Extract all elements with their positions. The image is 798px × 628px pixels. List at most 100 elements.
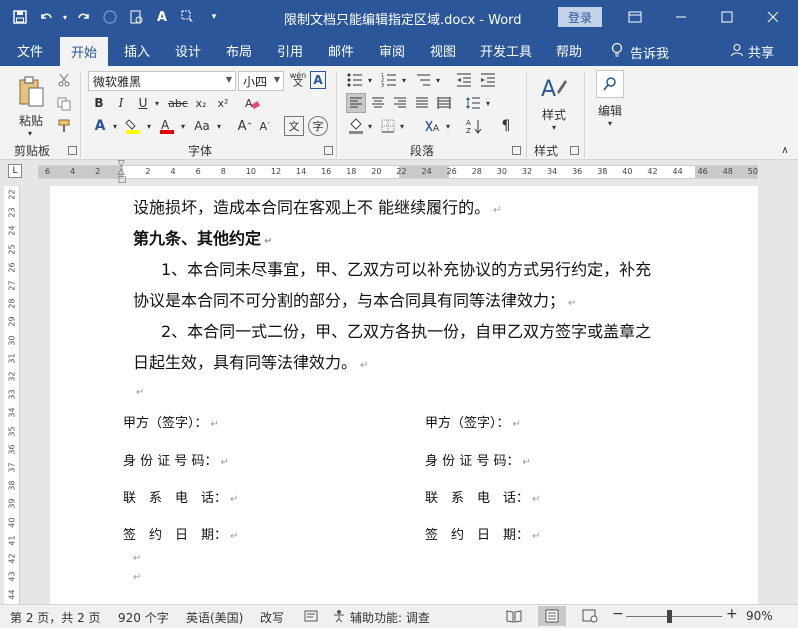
print-preview-icon[interactable]: [124, 5, 148, 29]
font-name-combo[interactable]: 微软雅黑 ▼: [88, 71, 236, 91]
font-color-dropdown-icon[interactable]: ▾: [178, 116, 188, 136]
chinese-layout-icon[interactable]: A: [422, 116, 444, 136]
sort-icon[interactable]: AZ: [464, 116, 484, 136]
circle-icon[interactable]: [98, 5, 122, 29]
zoom-in-icon[interactable]: +: [726, 606, 738, 622]
overtype-mode[interactable]: 改写: [260, 609, 284, 626]
collapse-ribbon-icon[interactable]: ∧: [778, 144, 792, 156]
paste-dropdown-icon[interactable]: ▾: [24, 128, 36, 138]
shading-icon[interactable]: [346, 116, 366, 136]
numbering-dropdown-icon[interactable]: ▾: [400, 70, 408, 90]
styles-dropdown-icon[interactable]: ▾: [548, 122, 560, 132]
accessibility-icon[interactable]: [332, 609, 346, 626]
minimize-icon[interactable]: [658, 0, 704, 34]
bold-icon[interactable]: B: [90, 94, 108, 112]
macro-icon[interactable]: [304, 609, 318, 626]
borders-dropdown-icon[interactable]: ▾: [398, 116, 406, 136]
numbering-icon[interactable]: 123: [378, 70, 400, 90]
change-case-dropdown-icon[interactable]: ▾: [214, 116, 224, 136]
document-page[interactable]: 设施损坏，造成本合同在客观上不 能继续履行的。 ↵ 第九条、其他约定 ↵ 1、本合同…: [50, 186, 758, 604]
character-border-icon[interactable]: A: [310, 71, 326, 89]
underline-icon[interactable]: U: [134, 94, 152, 112]
vertical-scrollbar[interactable]: [784, 186, 798, 604]
zoom-thumb[interactable]: [667, 610, 672, 623]
increase-indent-icon[interactable]: [478, 70, 498, 90]
phonetic-guide-icon[interactable]: wén 文: [288, 70, 308, 90]
editing-search-icon[interactable]: [596, 70, 624, 98]
print-layout-icon[interactable]: [538, 606, 566, 626]
tab-mailings[interactable]: 邮件: [318, 34, 364, 66]
align-left-icon[interactable]: [346, 93, 366, 113]
empty-paragraph[interactable]: ↵: [130, 550, 141, 565]
read-mode-icon[interactable]: [506, 609, 522, 626]
doc-line[interactable]: 2、本合同一式二份，甲、乙双方各执一份，自甲乙双方签字或盖章之: [161, 318, 651, 342]
enclose-character-icon[interactable]: 文: [284, 116, 304, 136]
tab-references[interactable]: 引用: [266, 34, 314, 66]
tab-layout[interactable]: 布局: [216, 34, 262, 66]
bullets-icon[interactable]: [344, 70, 366, 90]
styles-button-label[interactable]: 样式: [532, 106, 576, 122]
line-spacing-icon[interactable]: [462, 93, 484, 113]
bullets-dropdown-icon[interactable]: ▾: [366, 70, 374, 90]
maximize-icon[interactable]: [704, 0, 750, 34]
indent-marker-icon[interactable]: ▽ △ □: [117, 160, 127, 185]
undo-icon[interactable]: [34, 5, 58, 29]
shading-dropdown-icon[interactable]: ▾: [366, 116, 374, 136]
party-a-signature[interactable]: 甲方（签字）： ↵: [123, 412, 219, 431]
zoom-out-icon[interactable]: −: [612, 606, 624, 622]
font-launcher-icon[interactable]: [324, 146, 333, 155]
editing-button-label[interactable]: 编辑: [590, 102, 630, 118]
justify-icon[interactable]: [412, 93, 432, 113]
party-b-phone[interactable]: 联 系 电 话： ↵: [425, 487, 540, 506]
superscript-icon[interactable]: x²: [214, 94, 232, 112]
select-icon[interactable]: [176, 5, 200, 29]
tab-view[interactable]: 视图: [420, 34, 466, 66]
party-a-id[interactable]: 身 份 证 号 码： ↵: [123, 450, 229, 469]
grow-font-icon[interactable]: A ^: [236, 116, 254, 136]
zoom-slider[interactable]: [626, 616, 722, 617]
zoom-level[interactable]: 90%: [746, 609, 773, 623]
share-button[interactable]: 共享: [730, 42, 774, 61]
close-icon[interactable]: [750, 0, 796, 34]
tab-design[interactable]: 设计: [164, 34, 212, 66]
ribbon-display-icon[interactable]: [612, 0, 658, 34]
styles-icon[interactable]: A: [536, 72, 572, 106]
chinese-layout-dropdown-icon[interactable]: ▾: [444, 116, 452, 136]
paste-icon[interactable]: [14, 72, 48, 112]
tab-developer[interactable]: 开发工具: [472, 34, 540, 66]
party-a-phone[interactable]: 联 系 电 话： ↵: [123, 487, 238, 506]
clipboard-launcher-icon[interactable]: [68, 146, 77, 155]
doc-line[interactable]: 协议是本合同不可分割的部分，与本合同具有同等法律效力； ↵: [133, 287, 576, 311]
clear-formatting-icon[interactable]: A: [242, 94, 262, 112]
tab-help[interactable]: 帮助: [546, 34, 592, 66]
distributed-icon[interactable]: [434, 93, 454, 113]
save-icon[interactable]: [8, 5, 32, 29]
section-heading[interactable]: 第九条、其他约定 ↵: [133, 225, 272, 249]
underline-dropdown-icon[interactable]: ▾: [152, 94, 162, 112]
tab-selector-icon[interactable]: L: [8, 164, 22, 178]
doc-line[interactable]: 1、本合同未尽事宜，甲、乙双方可以补充协议的方式另行约定，补充: [161, 256, 651, 280]
empty-paragraph[interactable]: ↵: [133, 380, 144, 399]
font-style-icon[interactable]: A: [150, 5, 174, 29]
web-layout-icon[interactable]: [582, 609, 598, 626]
text-effects-icon[interactable]: A: [90, 116, 110, 136]
paste-label[interactable]: 粘贴: [14, 112, 48, 128]
styles-launcher-icon[interactable]: [570, 146, 579, 155]
shrink-font-icon[interactable]: Aˇ: [256, 116, 274, 136]
tab-insert[interactable]: 插入: [114, 34, 160, 66]
multilevel-list-icon[interactable]: [412, 70, 434, 90]
tab-home[interactable]: 开始: [60, 37, 108, 66]
text-effects-dropdown-icon[interactable]: ▾: [110, 116, 120, 136]
align-center-icon[interactable]: [368, 93, 388, 113]
highlight-icon[interactable]: [122, 116, 144, 136]
undo-dropdown-icon[interactable]: ▾: [60, 5, 70, 29]
paragraph-launcher-icon[interactable]: [512, 146, 521, 155]
font-color-icon[interactable]: A: [156, 116, 178, 136]
italic-icon[interactable]: I: [112, 94, 130, 112]
party-b-date[interactable]: 签 约 日 期： ↵: [425, 524, 540, 543]
tell-me-box[interactable]: 告诉我: [610, 42, 669, 62]
tab-file[interactable]: 文件: [6, 34, 54, 66]
customize-qat-icon[interactable]: ▾: [202, 5, 226, 29]
party-a-date[interactable]: 签 约 日 期： ↵: [123, 524, 238, 543]
login-button[interactable]: 登录: [558, 7, 602, 27]
